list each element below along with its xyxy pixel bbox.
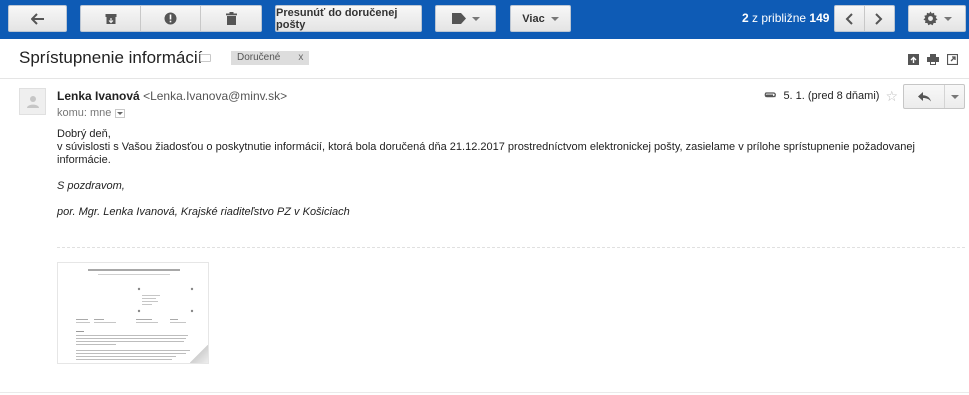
- expand-all-button[interactable]: [908, 53, 919, 65]
- person-icon: [26, 96, 39, 108]
- avatar: [19, 88, 46, 115]
- exclamation-icon: [164, 12, 177, 25]
- body-closing: S pozdravom,: [57, 180, 125, 192]
- inbox-label-text: Doručené: [237, 52, 281, 63]
- body-paragraph: v súvislosti s Vašou žiadosťou o poskytn…: [57, 141, 915, 166]
- reply-icon: [917, 91, 931, 101]
- chevron-down-icon: [550, 16, 559, 21]
- chevron-left-icon: [845, 12, 853, 25]
- arrow-left-icon: [30, 12, 44, 25]
- pager-total: 149: [809, 11, 830, 25]
- labels-button[interactable]: [435, 5, 496, 32]
- inbox-label-chip: Doručené x: [231, 51, 310, 65]
- chevron-down-icon: [950, 94, 959, 99]
- message-meta: 5. 1. (pred 8 dňami) ☆: [762, 88, 898, 104]
- archive-button[interactable]: [81, 6, 141, 31]
- reply-button[interactable]: [904, 85, 945, 108]
- report-spam-button[interactable]: [141, 6, 201, 31]
- pager-count: 2 z približne 149: [742, 0, 829, 36]
- archive-icon: [105, 13, 116, 24]
- message-actions-group: [80, 5, 262, 32]
- message-subject: Sprístupnenie informácií: [19, 48, 203, 67]
- move-to-inbox-label: Presunúť do doručenej pošty: [276, 6, 398, 31]
- more-button[interactable]: Viac: [510, 5, 571, 32]
- gear-icon: [922, 11, 938, 26]
- new-window-button[interactable]: [947, 53, 958, 65]
- chevron-down-icon: [943, 16, 952, 21]
- back-button[interactable]: [8, 5, 67, 32]
- print-button[interactable]: [927, 53, 939, 65]
- more-label: Viac: [522, 12, 545, 25]
- tag-icon: [451, 13, 466, 24]
- sender-name[interactable]: Lenka Ivanová: [57, 89, 140, 103]
- pager-current: 2: [742, 11, 749, 25]
- sender-line: Lenka Ivanová <Lenka.Ivanova@minv.sk>: [57, 89, 287, 103]
- paperclip-icon: [765, 91, 777, 97]
- pager-nav-group: [834, 5, 895, 32]
- show-details-button[interactable]: [115, 108, 126, 118]
- newer-button[interactable]: [835, 6, 865, 31]
- recipient-line: komu: mne: [57, 107, 126, 119]
- new-window-icon: [947, 53, 958, 65]
- pager-separator: z približne: [752, 11, 807, 25]
- move-to-inbox-button[interactable]: Presunúť do doručenej pošty: [275, 5, 422, 32]
- sender-email: <Lenka.Ivanova@minv.sk>: [143, 89, 288, 103]
- body-signature: por. Mgr. Lenka Ivanová, Krajské riadite…: [57, 206, 350, 218]
- print-icon: [927, 53, 939, 65]
- settings-button[interactable]: [908, 5, 966, 32]
- chevron-right-icon: [875, 12, 883, 25]
- page-curl-icon: [190, 345, 208, 363]
- reply-group: [903, 84, 965, 109]
- bottom-divider: [0, 392, 969, 393]
- recipient-text: komu: mne: [57, 107, 112, 119]
- expand-icon: [908, 53, 919, 65]
- body-greeting: Dobrý deň,: [57, 128, 111, 140]
- trash-icon: [225, 12, 237, 25]
- subject-row: Sprístupnenie informácií Doručené x: [0, 39, 969, 79]
- attachments-divider: [57, 247, 965, 248]
- importance-marker-icon[interactable]: [200, 54, 211, 62]
- chevron-down-icon: [471, 16, 480, 21]
- attachment-thumbnail[interactable]: [57, 262, 209, 364]
- remove-label-button[interactable]: x: [298, 51, 303, 65]
- delete-button[interactable]: [201, 6, 261, 31]
- top-toolbar: Presunúť do doručenej pošty Viac 2 z pri…: [0, 0, 969, 39]
- star-icon[interactable]: ☆: [885, 88, 898, 105]
- document-preview-icon: [76, 269, 194, 360]
- message-body: Dobrý deň, v súvislosti s Vašou žiadosťo…: [57, 128, 947, 167]
- message-date: 5. 1. (pred 8 dňami): [783, 90, 880, 102]
- older-button[interactable]: [865, 6, 894, 31]
- more-actions-button[interactable]: [945, 85, 964, 108]
